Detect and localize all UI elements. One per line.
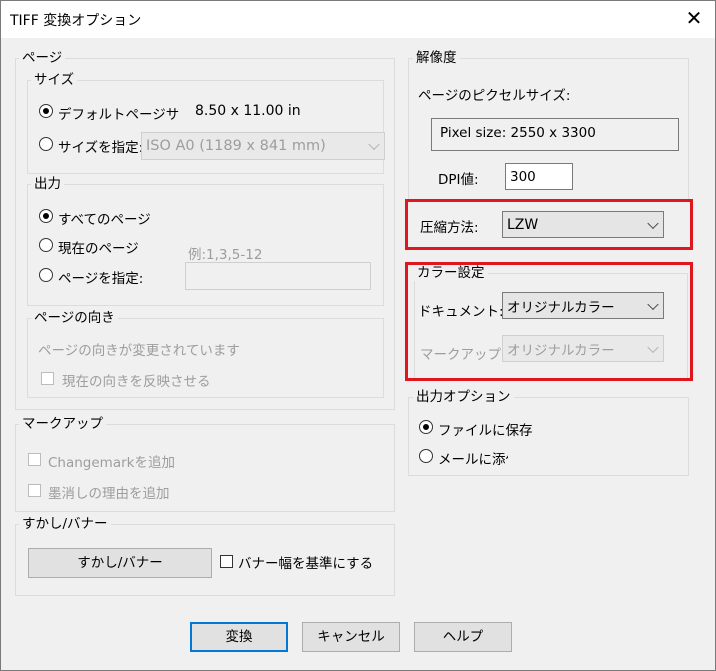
chevron-down-icon [368,138,380,151]
specify-pages-radio[interactable] [39,268,53,282]
size-select-value: ISO A0 (1189 x 841 mm) [146,138,326,154]
pages-input[interactable] [185,262,371,290]
orientation-status: ページの向きが変更されています [38,343,240,359]
close-icon[interactable]: ✕ [678,2,710,34]
watermark-group-label: すかし/バナー [19,516,111,532]
attach-mail-label[interactable]: メールに添付 [438,448,508,468]
dpi-value: 300 [510,169,536,185]
markup-group-label: マークアップ [19,416,106,432]
watermark-button[interactable]: すかし/バナー [28,548,212,578]
convert-button[interactable]: 変換 [190,622,288,652]
attach-mail-radio[interactable] [419,449,433,463]
page-group-label: ページ [19,50,66,66]
changemark-label[interactable]: Changemarkを追加 [48,451,175,471]
save-file-radio[interactable] [419,420,433,434]
pixel-size-box: Pixel size: 2550 x 3300 [431,118,679,151]
current-page-radio[interactable] [39,238,53,252]
specify-pages-label[interactable]: ページを指定: [58,267,143,287]
help-button[interactable]: ヘルプ [414,622,512,652]
output-group-label: 出力 [31,176,64,192]
specify-size-label[interactable]: サイズを指定: [58,136,143,156]
strike-reason-checkbox[interactable] [28,484,41,497]
save-file-label[interactable]: ファイルに保存 [438,419,533,439]
strike-reason-label[interactable]: 墨消しの理由を追加 [48,482,170,502]
dpi-input[interactable]: 300 [505,163,573,190]
banner-width-checkbox[interactable] [220,555,233,568]
default-size-radio[interactable] [39,104,53,118]
banner-width-label[interactable]: バナー幅を基準にする [238,552,373,572]
all-pages-label[interactable]: すべてのページ [58,208,151,228]
orientation-group-label: ページの向き [31,310,118,326]
window-title: TIFF 変換オプション [10,13,142,29]
pixel-size-label: ページのピクセルサイズ: [418,88,571,104]
compression-highlight [405,199,693,250]
dpi-label: DPI値: [438,172,479,188]
size-group-label: サイズ [31,72,78,88]
resolution-group-label: 解像度 [413,50,460,66]
output-options-label: 出力オプション [413,389,514,405]
changemark-checkbox[interactable] [28,453,41,466]
size-select[interactable]: ISO A0 (1189 x 841 mm) [141,132,385,160]
specify-size-radio[interactable] [39,137,53,151]
pages-hint: 例:1,3,5-12 [188,247,263,263]
reflect-orientation-checkbox[interactable] [41,372,54,385]
all-pages-radio[interactable] [39,209,53,223]
color-highlight [405,262,693,381]
default-size-value: 8.50 x 11.00 in [195,103,301,119]
cancel-button[interactable]: キャンセル [302,622,400,652]
default-size-label[interactable]: デフォルトページサイズ [58,103,180,123]
current-page-label[interactable]: 現在のページ [58,237,139,257]
reflect-orientation-label[interactable]: 現在の向きを反映させる [62,370,211,390]
pixel-size-value: Pixel size: 2550 x 3300 [440,125,596,141]
